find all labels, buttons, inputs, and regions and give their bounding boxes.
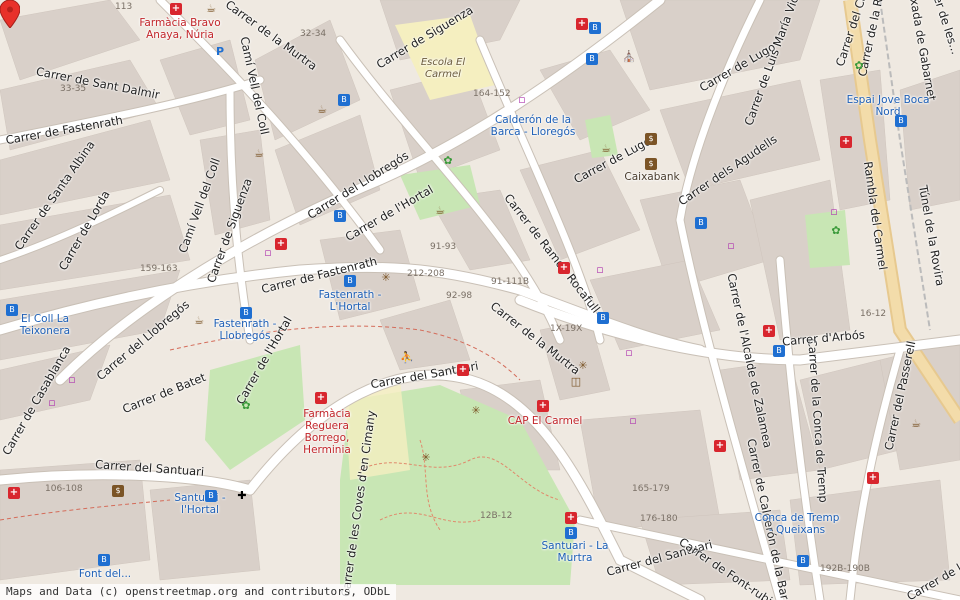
map-canvas[interactable]: Carrer de Siguenza Carrer de la Murtra C… — [0, 0, 960, 600]
map-base-layer — [0, 0, 960, 600]
map-attribution: Maps and Data (c) openstreetmap.org and … — [0, 584, 397, 600]
location-pin-icon[interactable] — [0, 0, 20, 28]
